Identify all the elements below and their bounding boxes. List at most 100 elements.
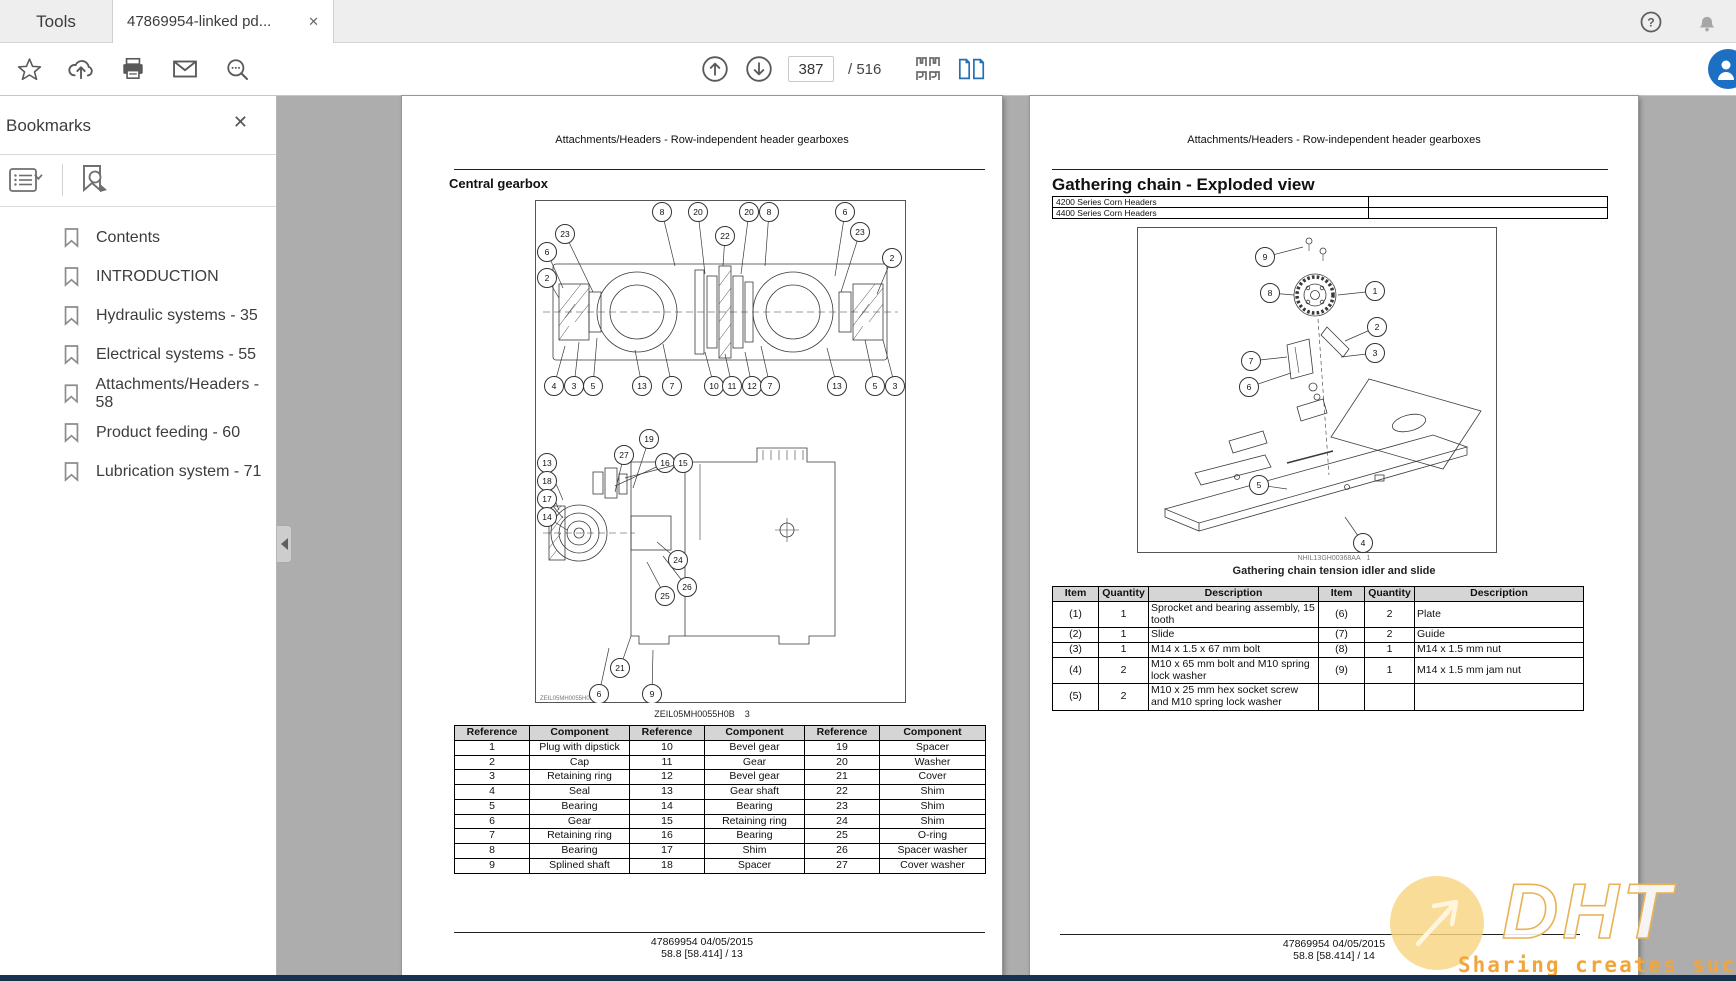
email-icon[interactable] (170, 54, 200, 84)
svg-text:4: 4 (1361, 538, 1366, 548)
svg-text:23: 23 (560, 229, 570, 239)
svg-text:8: 8 (660, 207, 665, 217)
bookmark-item-contents[interactable]: Contents (0, 218, 276, 257)
svg-text:1: 1 (1373, 286, 1378, 296)
svg-text:6: 6 (843, 207, 848, 217)
two-page-view-icon[interactable] (957, 54, 987, 84)
cloud-upload-icon[interactable] (66, 54, 96, 84)
svg-text:5: 5 (591, 381, 596, 391)
bookmark-item-hydraulic[interactable]: Hydraulic systems - 35 (0, 296, 276, 335)
svg-text:?: ? (1647, 15, 1654, 29)
right-figure-caption: Gathering chain tension idler and slide (1030, 565, 1638, 577)
svg-text:25: 25 (660, 591, 670, 601)
svg-text:7: 7 (670, 381, 675, 391)
pdf-viewer-window: Tools 47869954-linked pd... ✕ ? (0, 0, 1736, 981)
bookmark-item-electrical[interactable]: Electrical systems - 55 (0, 335, 276, 374)
svg-text:8: 8 (767, 207, 772, 217)
svg-text:10: 10 (709, 381, 719, 391)
svg-text:3: 3 (893, 381, 898, 391)
svg-text:7: 7 (1249, 356, 1254, 366)
bookmark-item-product-feeding[interactable]: Product feeding - 60 (0, 413, 276, 452)
svg-text:9: 9 (1263, 252, 1268, 262)
svg-text:24: 24 (673, 555, 683, 565)
toolbar: / 516 (0, 43, 1736, 96)
model-row: 4200 Series Corn Headers (1053, 197, 1369, 208)
tab-bar: Tools 47869954-linked pd... ✕ ? (0, 0, 1736, 43)
svg-text:20: 20 (693, 207, 703, 217)
tab-close-icon[interactable]: ✕ (308, 14, 319, 30)
right-running-header: Attachments/Headers - Row-independent he… (1030, 134, 1638, 146)
svg-text:12: 12 (747, 381, 757, 391)
svg-text:14: 14 (542, 512, 552, 522)
next-page-button[interactable] (744, 54, 774, 84)
right-footer-line1: 47869954 04/05/2015 (1030, 938, 1638, 950)
sidebar-collapse-button[interactable] (277, 525, 292, 563)
previous-page-button[interactable] (700, 54, 730, 84)
bookmark-options-icon[interactable] (6, 165, 50, 195)
gathering-chain-figure: 9 8 1 2 3 7 6 5 4 (1137, 227, 1497, 553)
bookmarks-close-icon[interactable]: ✕ (233, 112, 248, 133)
svg-text:21: 21 (615, 663, 625, 673)
svg-text:27: 27 (619, 450, 629, 460)
svg-text:18: 18 (542, 476, 552, 486)
bottom-bar (0, 975, 1736, 981)
page-number-input[interactable] (788, 56, 834, 82)
print-icon[interactable] (118, 54, 148, 84)
pdf-page-left: Attachments/Headers - Row-independent he… (402, 96, 1002, 975)
find-current-bookmark-icon[interactable] (75, 165, 115, 195)
svg-text:26: 26 (682, 582, 692, 592)
applicable-models-table: 4200 Series Corn Headers 4400 Series Cor… (1052, 196, 1608, 219)
left-figure-caption: ZEIL05MH0055H0B 3 (402, 709, 1002, 719)
right-footer-line2: 58.8 [58.414] / 14 (1030, 950, 1638, 962)
svg-text:3: 3 (572, 381, 577, 391)
svg-text:6: 6 (597, 689, 602, 699)
right-figure-code: NHIL13GH00368AA 1 (1030, 555, 1638, 562)
bookmark-item-introduction[interactable]: INTRODUCTION (0, 257, 276, 296)
svg-text:19: 19 (644, 434, 654, 444)
svg-text:4: 4 (552, 381, 557, 391)
left-footer-line2: 58.8 [58.414] / 13 (402, 948, 1002, 960)
pdf-page-right: Attachments/Headers - Row-independent he… (1030, 96, 1638, 975)
bookmarks-list: Contents INTRODUCTION Hydraulic systems … (0, 218, 276, 491)
svg-text:13: 13 (542, 458, 552, 468)
help-icon[interactable]: ? (1636, 7, 1666, 37)
notifications-bell-icon[interactable] (1692, 7, 1722, 37)
tab-tools[interactable]: Tools (0, 0, 112, 43)
svg-text:2: 2 (890, 253, 895, 263)
left-footer-line1: 47869954 04/05/2015 (402, 936, 1002, 948)
central-gearbox-parts-table: ReferenceComponentReferenceComponentRefe… (454, 725, 985, 874)
svg-text:2: 2 (1375, 322, 1380, 332)
svg-text:11: 11 (728, 381, 737, 391)
svg-text:5: 5 (1257, 480, 1262, 490)
svg-text:13: 13 (832, 381, 842, 391)
svg-text:15: 15 (678, 458, 688, 468)
account-avatar[interactable] (1708, 49, 1736, 89)
svg-text:23: 23 (855, 227, 865, 237)
svg-text:5: 5 (873, 381, 878, 391)
tab-document-title: 47869954-linked pd... (127, 13, 300, 30)
model-row: 4400 Series Corn Headers (1053, 208, 1369, 219)
figure-inner-code: ZEIL05MH0055H0B (540, 696, 594, 702)
tab-document[interactable]: 47869954-linked pd... ✕ (112, 0, 334, 43)
svg-text:20: 20 (744, 207, 754, 217)
svg-text:17: 17 (542, 494, 552, 504)
central-gearbox-figure: ZEIL05MH0055H0B 820208623222362243513710… (535, 200, 906, 703)
favorite-star-icon[interactable] (14, 54, 44, 84)
chevron-left-icon (281, 538, 288, 550)
svg-text:8: 8 (1268, 288, 1273, 298)
page-thumbnails-view-icon[interactable] (913, 54, 943, 84)
svg-text:3: 3 (1373, 348, 1378, 358)
svg-text:22: 22 (720, 231, 730, 241)
bookmark-item-attachments[interactable]: Attachments/Headers - 58 (0, 374, 276, 413)
svg-text:6: 6 (1247, 382, 1252, 392)
search-tools-icon[interactable] (222, 54, 252, 84)
svg-text:9: 9 (650, 689, 655, 699)
svg-text:2: 2 (545, 273, 550, 283)
left-running-header: Attachments/Headers - Row-independent he… (402, 134, 1002, 146)
bookmark-item-lubrication[interactable]: Lubrication system - 71 (0, 452, 276, 491)
page-total-label: / 516 (848, 61, 881, 78)
left-section-title: Central gearbox (449, 176, 548, 191)
bookmarks-panel: Bookmarks ✕ Contents INTRODUCTION Hydrau… (0, 96, 277, 975)
svg-text:13: 13 (637, 381, 647, 391)
right-section-title: Gathering chain - Exploded view (1052, 175, 1315, 195)
